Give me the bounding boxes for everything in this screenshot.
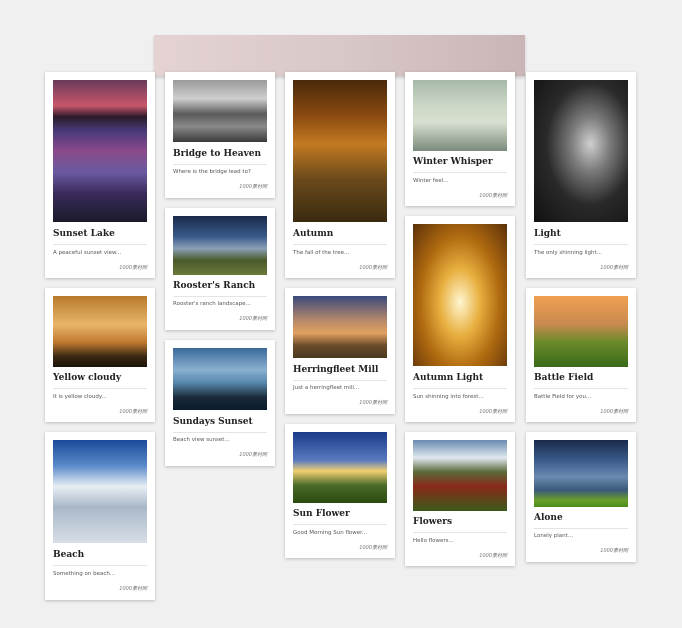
card-flowers[interactable]: Flowers Hello flowers... 1000素材网 [405, 432, 515, 566]
card-divider [53, 565, 147, 566]
card-winter-whisper[interactable]: Winter Whisper Winter feel... 1000素材网 [405, 72, 515, 206]
card-divider [53, 388, 147, 389]
card-battle-field[interactable]: Battle Field Battle Field for you... 100… [526, 288, 636, 422]
card-divider [534, 388, 628, 389]
card-description: Something on beach... [53, 571, 116, 577]
card-source: 1000素材网 [479, 553, 507, 559]
card-image[interactable] [173, 216, 267, 275]
card-title[interactable]: Autumn Light [413, 373, 483, 383]
card-title[interactable]: Sunset Lake [53, 229, 115, 239]
card-source: 1000素材网 [600, 409, 628, 415]
card-title[interactable]: Beach [53, 550, 84, 560]
card-description: The only shinning light... [534, 250, 602, 256]
card-source: 1000素材网 [479, 193, 507, 199]
card-divider [534, 528, 628, 529]
card-sunset-lake[interactable]: Sunset Lake A peaceful sunset view... 10… [45, 72, 155, 278]
card-image[interactable] [53, 296, 147, 367]
card-source: 1000素材网 [359, 265, 387, 271]
card-image[interactable] [413, 440, 507, 511]
card-source: 1000素材网 [239, 184, 267, 190]
card-title[interactable]: Sun Flower [293, 509, 350, 519]
card-source: 1000素材网 [239, 452, 267, 458]
card-image[interactable] [173, 348, 267, 410]
card-divider [293, 244, 387, 245]
card-source: 1000素材网 [359, 545, 387, 551]
card-title[interactable]: Sundays Sunset [173, 417, 253, 427]
card-title[interactable]: Yellow cloudy [53, 373, 121, 383]
card-title[interactable]: Battle Field [534, 373, 593, 383]
card-description: The fall of the tree... [293, 250, 350, 256]
card-title[interactable]: Light [534, 229, 561, 239]
card-source: 1000素材网 [479, 409, 507, 415]
card-description: Winter feel... [413, 178, 449, 184]
card-title[interactable]: Flowers [413, 517, 452, 527]
card-source: 1000素材网 [600, 265, 628, 271]
card-image[interactable] [413, 224, 507, 366]
card-yellow-cloudy[interactable]: Yellow cloudy It is yellow cloudy... 100… [45, 288, 155, 422]
card-description: Where is the bridge lead to? [173, 169, 251, 175]
card-image[interactable] [293, 432, 387, 503]
card-alone[interactable]: Alone Lonely plant... 1000素材网 [526, 432, 636, 562]
card-image[interactable] [534, 440, 628, 507]
card-description: Just a herringfleet mill... [293, 385, 360, 391]
card-source: 1000素材网 [600, 548, 628, 554]
card-beach[interactable]: Beach Something on beach... 1000素材网 [45, 432, 155, 600]
card-divider [413, 172, 507, 173]
card-source: 1000素材网 [239, 316, 267, 322]
card-sundays-sunset[interactable]: Sundays Sunset Beach view sunset... 1000… [165, 340, 275, 466]
card-autumn[interactable]: Autumn The fall of the tree... 1000素材网 [285, 72, 395, 278]
card-divider [413, 388, 507, 389]
card-image[interactable] [293, 80, 387, 222]
card-divider [173, 432, 267, 433]
card-description: It is yellow cloudy... [53, 394, 107, 400]
card-description: Good Morning Sun flower... [293, 530, 368, 536]
card-title[interactable]: Bridge to Heaven [173, 149, 261, 159]
card-divider [53, 244, 147, 245]
card-bridge-to-heaven[interactable]: Bridge to Heaven Where is the bridge lea… [165, 72, 275, 198]
card-image[interactable] [293, 296, 387, 358]
card-divider [173, 164, 267, 165]
card-image[interactable] [53, 80, 147, 222]
card-description: Sun shinning into forest... [413, 394, 484, 400]
card-title[interactable]: Rooster's Ranch [173, 281, 255, 291]
card-title[interactable]: Autumn [293, 229, 333, 239]
card-divider [534, 244, 628, 245]
card-divider [293, 524, 387, 525]
card-roosters-ranch[interactable]: Rooster's Ranch Rooster's ranch landscap… [165, 208, 275, 330]
card-image[interactable] [53, 440, 147, 543]
card-source: 1000素材网 [119, 409, 147, 415]
card-title[interactable]: Winter Whisper [413, 157, 493, 167]
card-title[interactable]: Alone [534, 513, 563, 523]
card-image[interactable] [534, 80, 628, 222]
header-banner [154, 35, 525, 76]
card-source: 1000素材网 [119, 265, 147, 271]
card-divider [293, 380, 387, 381]
card-description: A peaceful sunset view... [53, 250, 122, 256]
card-description: Lonely plant... [534, 533, 574, 539]
card-source: 1000素材网 [359, 400, 387, 406]
card-image[interactable] [413, 80, 507, 151]
card-autumn-light[interactable]: Autumn Light Sun shinning into forest...… [405, 216, 515, 422]
page: { "cards": [ {"title": "Sunset Lake", "d… [0, 0, 682, 628]
card-source: 1000素材网 [119, 586, 147, 592]
card-description: Rooster's ranch landscape... [173, 301, 251, 307]
card-image[interactable] [534, 296, 628, 367]
card-herringfleet-mill[interactable]: Herringfleet Mill Just a herringfleet mi… [285, 288, 395, 414]
card-image[interactable] [173, 80, 267, 142]
card-description: Battle Field for you... [534, 394, 592, 400]
card-title[interactable]: Herringfleet Mill [293, 365, 378, 375]
card-description: Beach view sunset... [173, 437, 230, 443]
card-sun-flower[interactable]: Sun Flower Good Morning Sun flower... 10… [285, 424, 395, 558]
card-divider [173, 296, 267, 297]
card-description: Hello flowers... [413, 538, 454, 544]
card-light[interactable]: Light The only shinning light... 1000素材网 [526, 72, 636, 278]
card-divider [413, 532, 507, 533]
